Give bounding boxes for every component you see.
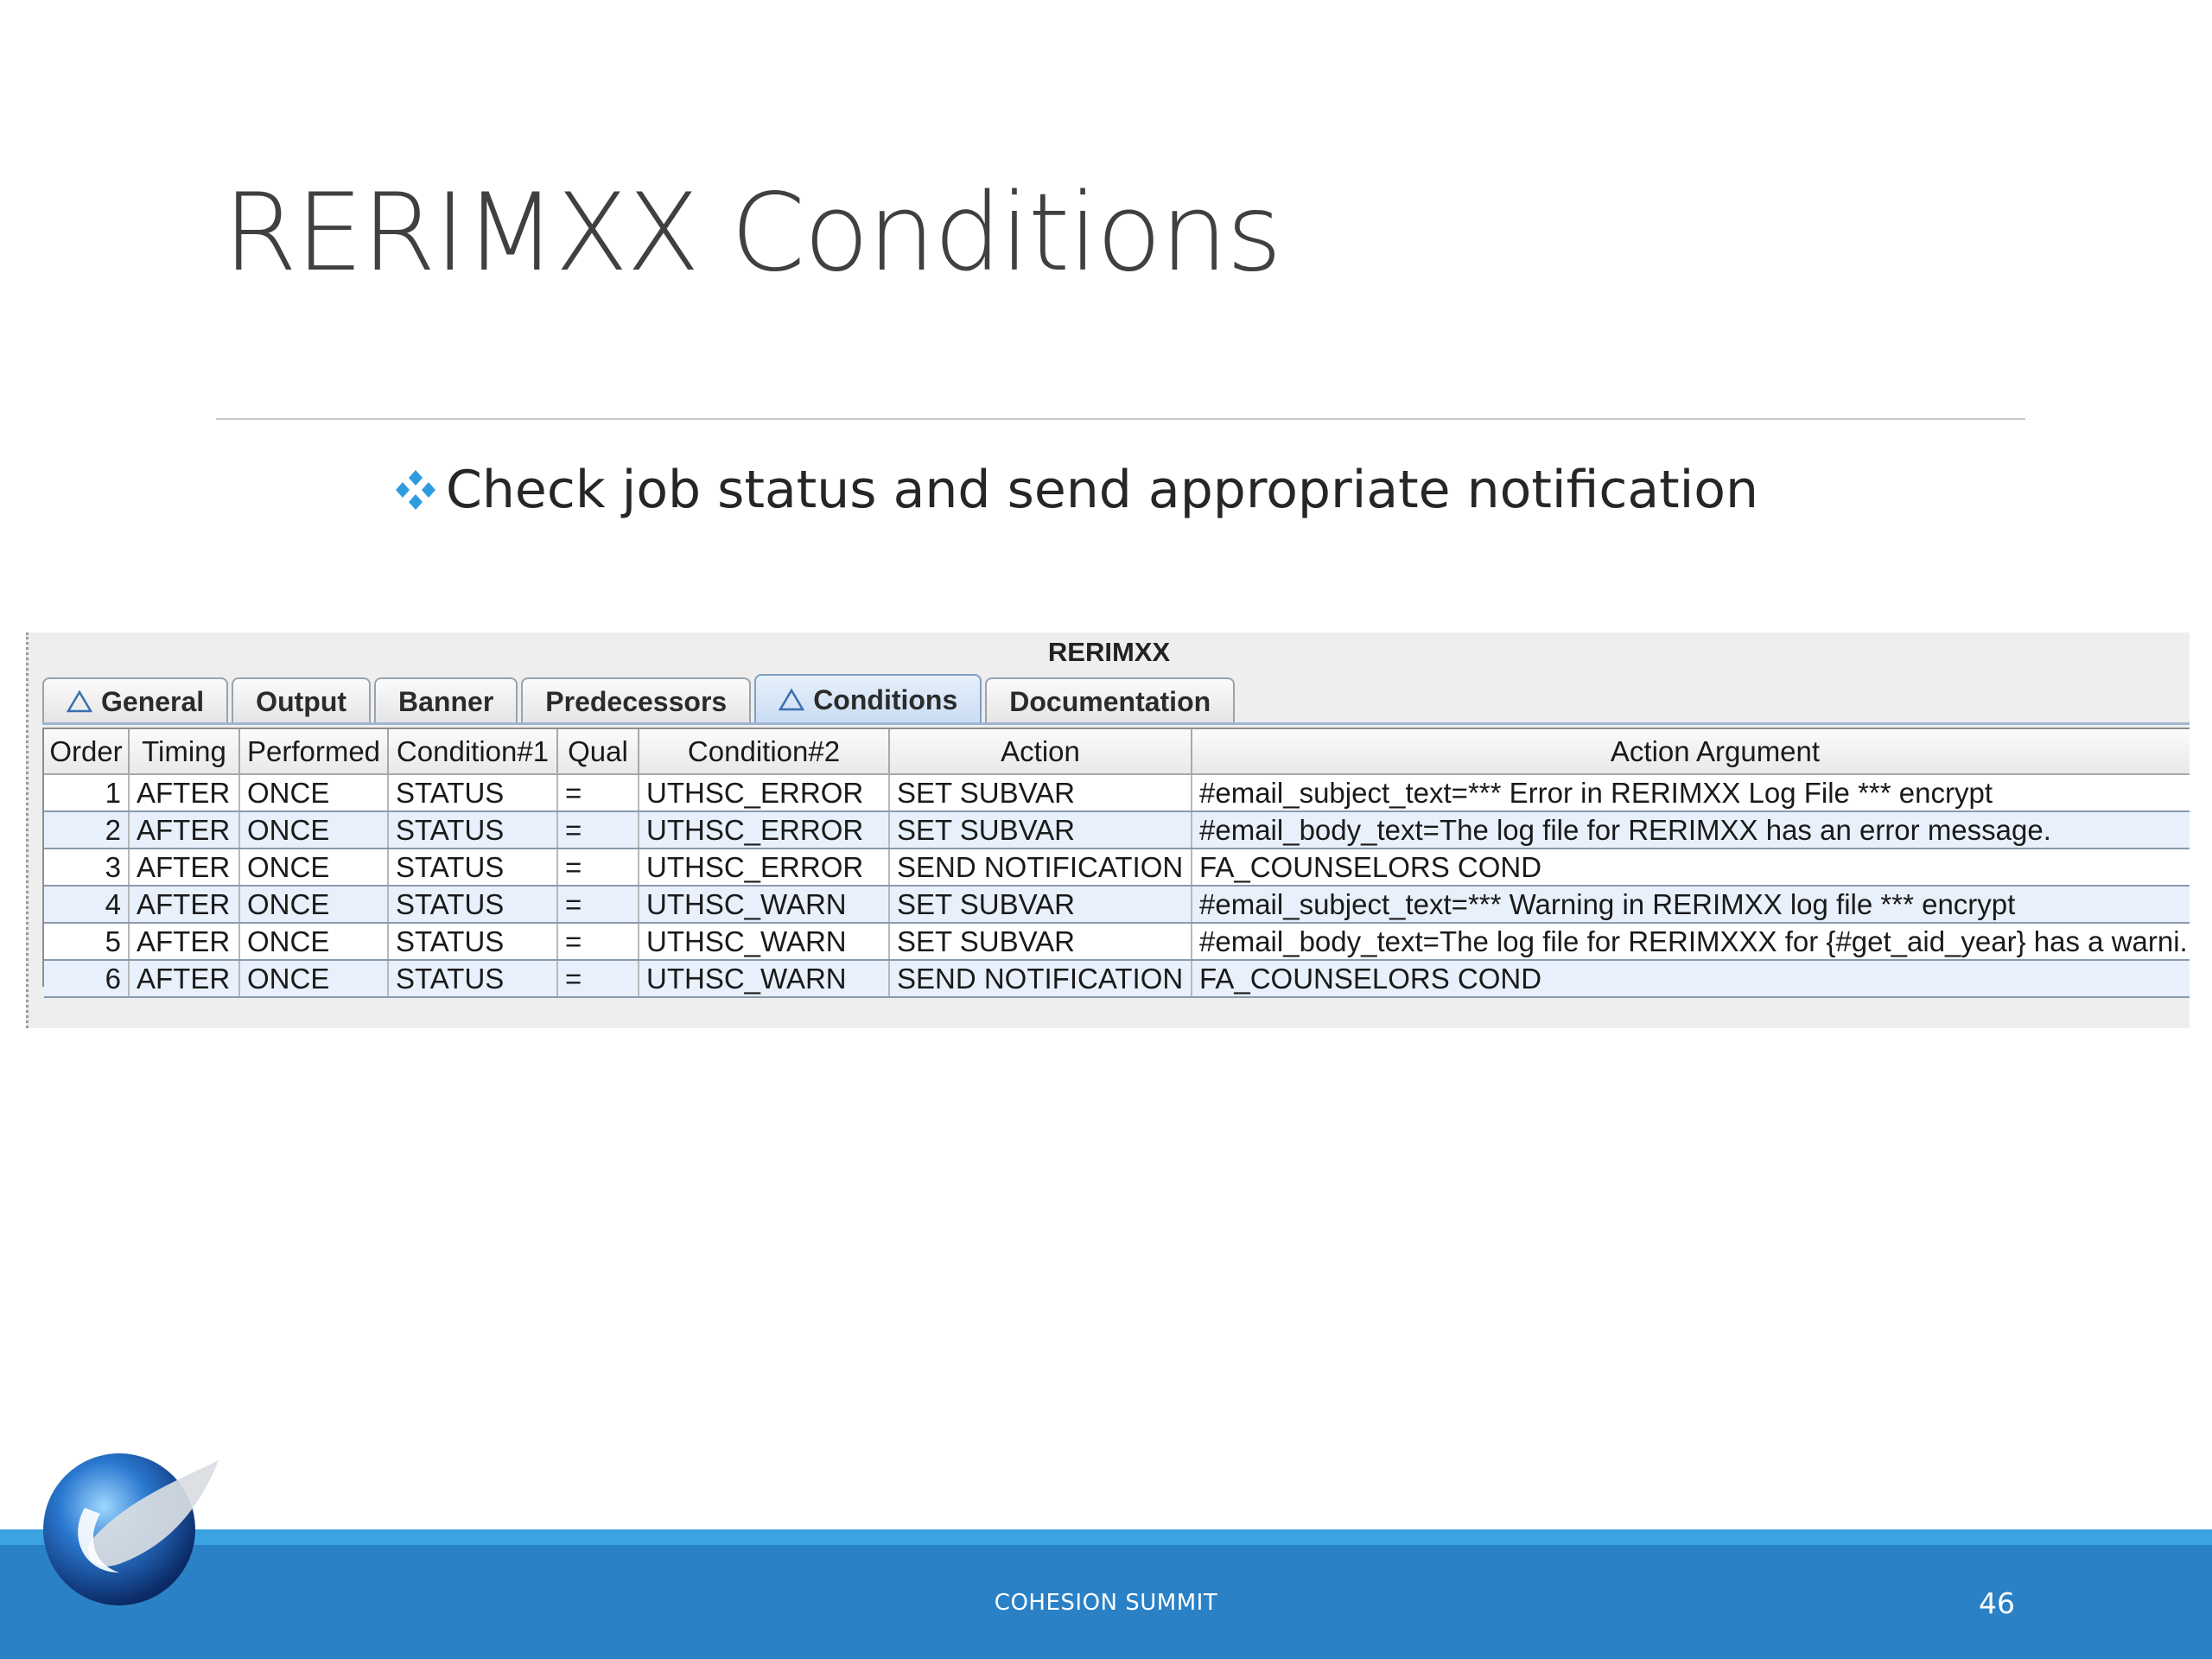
tab-general[interactable]: General [42, 677, 229, 724]
column-header-condition2[interactable]: Condition#2 [639, 729, 890, 775]
cell-order: 1 [44, 774, 130, 812]
diamond-cluster-icon [396, 470, 435, 510]
cell-timing: AFTER [129, 886, 240, 924]
column-header-action[interactable]: Action [889, 729, 1192, 775]
cell-action-argument: FA_COUNSELORS COND [1192, 960, 2190, 998]
cell-condition2: UTHSC_WARN [639, 886, 890, 924]
cell-condition1: STATUS [388, 923, 558, 961]
column-header-timing[interactable]: Timing [129, 729, 240, 775]
table-row[interactable]: 5 AFTER ONCE STATUS = UTHSC_WARN SET SUB… [44, 923, 2190, 961]
cell-order: 6 [44, 960, 130, 998]
title-divider [216, 418, 2025, 420]
tab-label: General [101, 685, 205, 717]
tab-label: Banner [398, 685, 494, 717]
cell-condition2: UTHSC_WARN [639, 960, 890, 998]
table-row[interactable]: 6 AFTER ONCE STATUS = UTHSC_WARN SEND NO… [44, 960, 2190, 998]
cell-qual: = [557, 811, 639, 849]
cell-condition1: STATUS [388, 774, 558, 812]
column-header-order[interactable]: Order [44, 729, 130, 775]
cell-performed: ONCE [239, 774, 389, 812]
table-row[interactable]: 3 AFTER ONCE STATUS = UTHSC_ERROR SEND N… [44, 849, 2190, 887]
bullet-item: Check job status and send appropriate no… [391, 451, 1758, 529]
bullet-text: Check job status and send appropriate no… [446, 460, 1759, 520]
cell-action-argument: #email_subject_text=*** Error in RERIMXX… [1192, 774, 2190, 812]
globe-swoosh-logo [43, 1453, 219, 1605]
cell-performed: ONCE [239, 849, 389, 887]
tab-label: Conditions [813, 683, 958, 715]
cell-performed: ONCE [239, 923, 389, 961]
table-row[interactable]: 4 AFTER ONCE STATUS = UTHSC_WARN SET SUB… [44, 886, 2190, 924]
cell-qual: = [557, 849, 639, 887]
cell-action: SET SUBVAR [889, 811, 1192, 849]
tab-strip: General Output Banner Predecessors Condi… [42, 674, 1238, 724]
tab-label: Documentation [1009, 685, 1211, 717]
cell-action: SET SUBVAR [889, 774, 1192, 812]
conditions-table: Order Timing Performed Condition#1 Qual … [44, 729, 2190, 998]
tab-banner[interactable]: Banner [374, 677, 518, 724]
tab-conditions[interactable]: Conditions [754, 674, 982, 724]
cell-order: 4 [44, 886, 130, 924]
app-window-screenshot: RERIMXX General Output Banner Predecesso… [26, 632, 2190, 1028]
conditions-table-container: Order Timing Performed Condition#1 Qual … [42, 728, 2190, 998]
tab-output[interactable]: Output [232, 677, 372, 724]
column-header-qual[interactable]: Qual [557, 729, 639, 775]
cell-performed: ONCE [239, 811, 389, 849]
tab-strip-underline [42, 722, 2190, 725]
cell-timing: AFTER [129, 923, 240, 961]
cell-action: SEND NOTIFICATION [889, 849, 1192, 887]
cell-timing: AFTER [129, 960, 240, 998]
tab-label: Output [256, 685, 347, 717]
cell-performed: ONCE [239, 960, 389, 998]
cell-condition2: UTHSC_ERROR [639, 811, 890, 849]
cell-condition2: UTHSC_ERROR [639, 774, 890, 812]
tab-predecessors[interactable]: Predecessors [521, 677, 752, 724]
page-number: 46 [1979, 1586, 2015, 1620]
cell-action-argument: #email_body_text=The log file for RERIMX… [1192, 811, 2190, 849]
app-window-title: RERIMXX [1047, 637, 1171, 667]
cell-action: SET SUBVAR [889, 886, 1192, 924]
cell-action-argument: FA_COUNSELORS COND [1192, 849, 2190, 887]
column-header-action-argument[interactable]: Action Argument [1192, 729, 2190, 775]
table-header-row: Order Timing Performed Condition#1 Qual … [44, 729, 2190, 775]
slide-title: RERIMXX Conditions [223, 171, 1282, 296]
warning-triangle-icon [779, 688, 805, 711]
cell-action-argument: #email_subject_text=*** Warning in RERIM… [1192, 886, 2190, 924]
tab-label: Predecessors [545, 685, 728, 717]
cell-timing: AFTER [129, 811, 240, 849]
cell-condition2: UTHSC_WARN [639, 923, 890, 961]
cell-condition2: UTHSC_ERROR [639, 849, 890, 887]
column-header-condition1[interactable]: Condition#1 [388, 729, 558, 775]
column-header-performed[interactable]: Performed [239, 729, 389, 775]
cell-order: 3 [44, 849, 130, 887]
cell-action-argument: #email_body_text=The log file for RERIMX… [1192, 923, 2190, 961]
cell-order: 5 [44, 923, 130, 961]
cell-qual: = [557, 960, 639, 998]
table-row[interactable]: 1 AFTER ONCE STATUS = UTHSC_ERROR SET SU… [44, 774, 2190, 812]
tab-documentation[interactable]: Documentation [985, 677, 1236, 724]
table-row[interactable]: 2 AFTER ONCE STATUS = UTHSC_ERROR SET SU… [44, 811, 2190, 849]
cell-condition1: STATUS [388, 849, 558, 887]
cell-order: 2 [44, 811, 130, 849]
cell-condition1: STATUS [388, 886, 558, 924]
cell-condition1: STATUS [388, 960, 558, 998]
cell-qual: = [557, 774, 639, 812]
cell-performed: ONCE [239, 886, 389, 924]
cell-action: SET SUBVAR [889, 923, 1192, 961]
cell-timing: AFTER [129, 849, 240, 887]
cell-qual: = [557, 923, 639, 961]
cell-action: SEND NOTIFICATION [889, 960, 1192, 998]
cell-qual: = [557, 886, 639, 924]
footer-text: COHESION SUMMIT [994, 1590, 1218, 1616]
cell-timing: AFTER [129, 774, 240, 812]
cell-condition1: STATUS [388, 811, 558, 849]
warning-triangle-icon [67, 690, 92, 713]
